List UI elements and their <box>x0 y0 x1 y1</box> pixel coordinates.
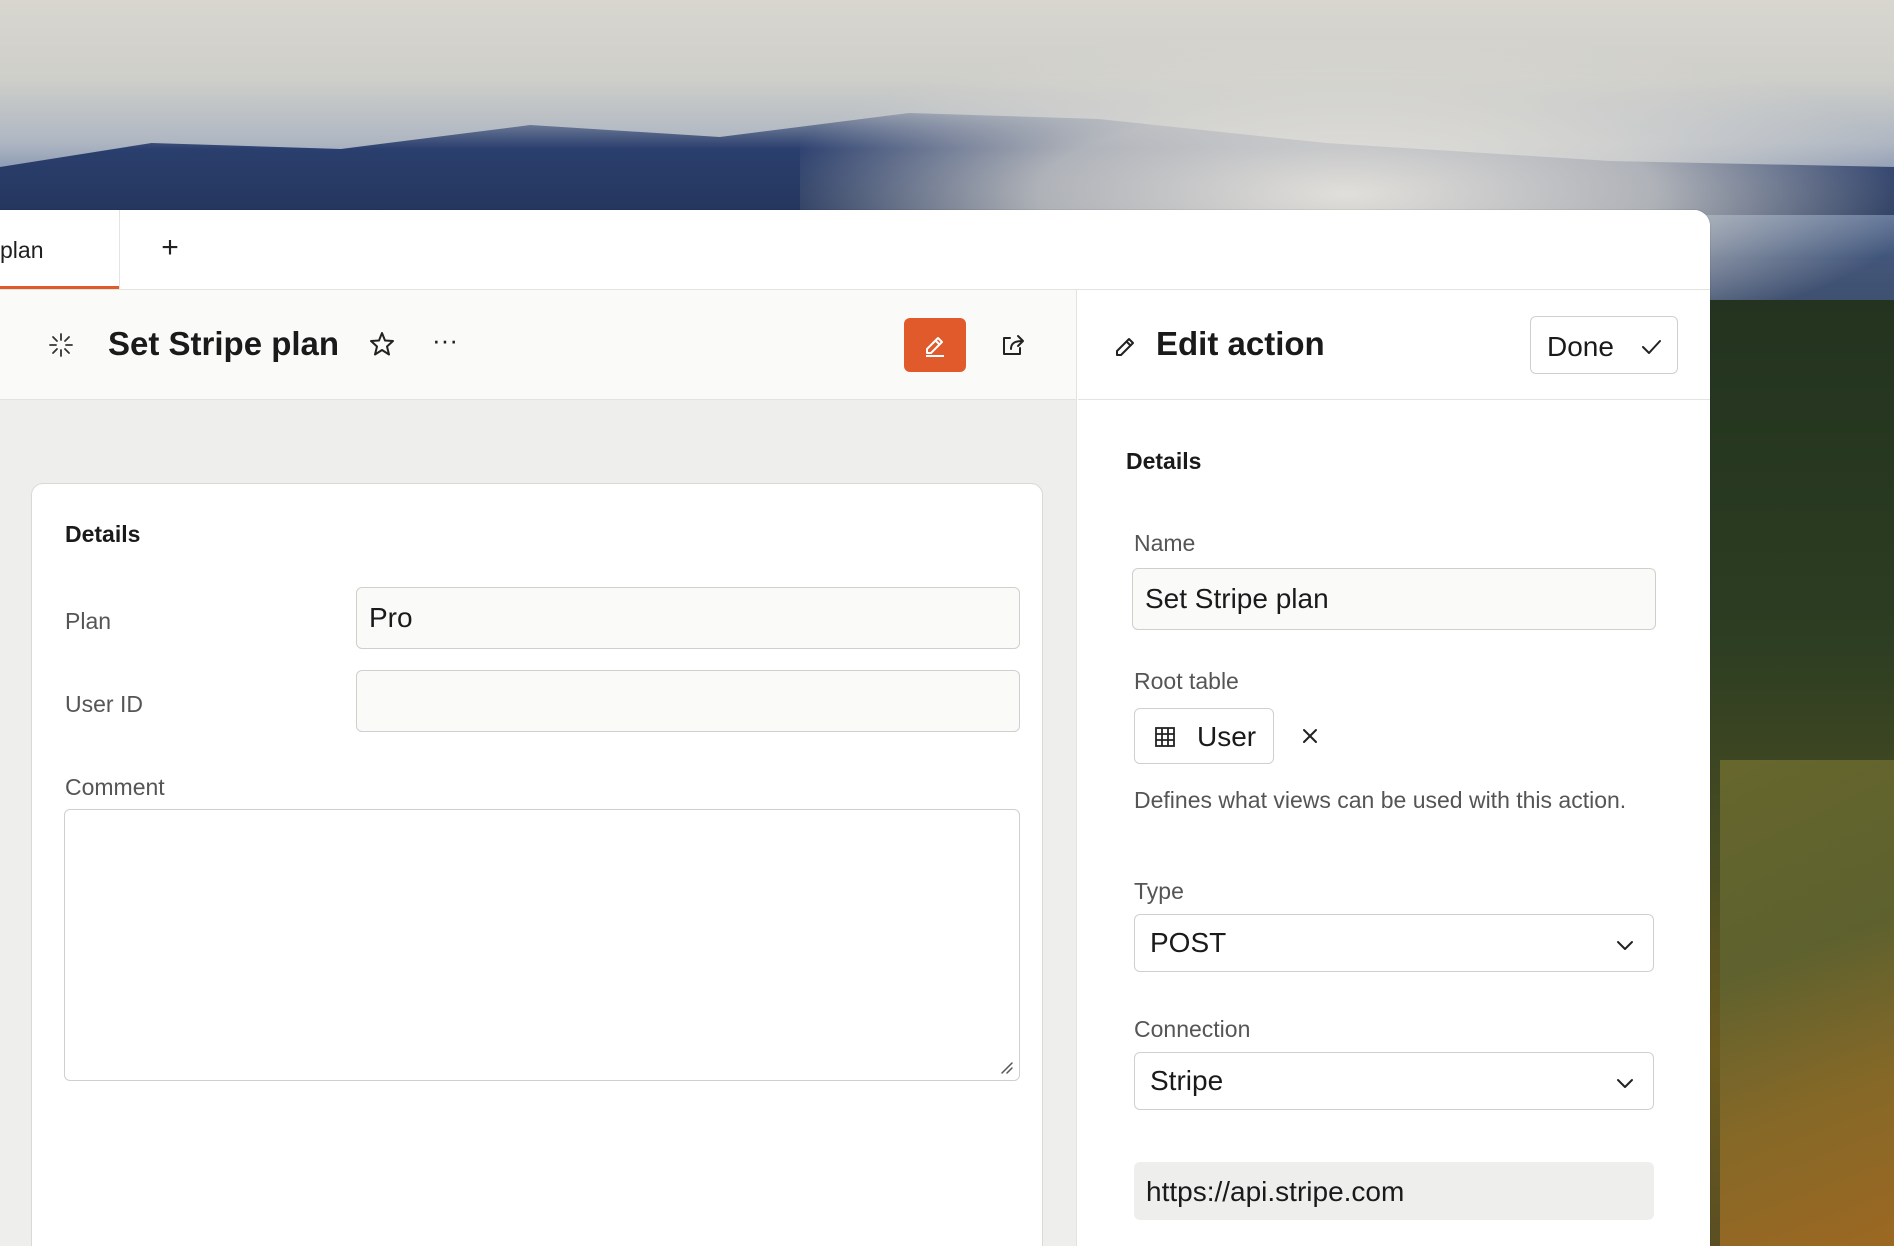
type-select-value: POST <box>1150 927 1227 958</box>
table-grid-icon <box>1155 727 1175 747</box>
comment-textarea[interactable] <box>64 809 1020 1081</box>
side-panel-body: Details Name Root table User Defines wha… <box>1078 400 1710 1246</box>
active-tab-indicator <box>0 286 119 289</box>
plan-input[interactable] <box>356 587 1020 649</box>
root-table-value: User <box>1197 721 1257 752</box>
type-label: Type <box>1134 878 1184 904</box>
done-label: Done <box>1547 331 1614 362</box>
resize-handle-icon[interactable] <box>998 1059 1014 1075</box>
side-panel-header: Edit action Done <box>1078 290 1710 400</box>
chevron-down-icon <box>1617 1079 1633 1088</box>
more-options-icon[interactable]: ··· <box>430 327 460 358</box>
pencil-icon <box>1116 338 1134 356</box>
close-icon[interactable] <box>1292 718 1328 754</box>
user-id-label: User ID <box>65 691 143 717</box>
share-icon[interactable] <box>998 330 1028 360</box>
done-button[interactable]: Done <box>1530 316 1678 374</box>
edit-action-button[interactable] <box>904 318 966 372</box>
app-window: plan + Set Stripe plan ··· Details Plan … <box>0 210 1710 1246</box>
root-table-chip[interactable]: User <box>1134 708 1274 764</box>
side-panel-title: Edit action <box>1156 325 1325 362</box>
name-input[interactable] <box>1132 568 1656 630</box>
base-url-value: https://api.stripe.com <box>1146 1176 1405 1207</box>
root-table-help-text: Defines what views can be used with this… <box>1134 787 1627 813</box>
tab-set-stripe-plan[interactable]: plan <box>0 210 120 289</box>
type-select[interactable]: POST <box>1134 914 1654 972</box>
root-table-label: Root table <box>1134 668 1239 694</box>
sparkle-icon <box>49 333 73 357</box>
page-header: Set Stripe plan ··· <box>0 290 1077 400</box>
page-title: Set Stripe plan <box>108 325 340 362</box>
name-label: Name <box>1134 530 1196 556</box>
tab-bar: plan + <box>0 210 1710 290</box>
connection-label: Connection <box>1134 1016 1251 1042</box>
user-id-input[interactable] <box>356 670 1020 732</box>
pencil-icon <box>926 337 944 357</box>
card-title: Details <box>65 521 141 547</box>
comment-label: Comment <box>65 774 165 800</box>
base-url-field: https://api.stripe.com <box>1134 1162 1654 1220</box>
tab-label: plan <box>0 237 44 263</box>
star-icon[interactable] <box>368 330 396 358</box>
connection-select[interactable]: Stripe <box>1134 1052 1654 1110</box>
check-icon <box>1642 340 1661 354</box>
main-content: Details Plan User ID Comment <box>0 400 1077 1246</box>
side-section-title: Details <box>1126 448 1202 474</box>
background-hillside <box>1720 760 1894 1246</box>
plan-label: Plan <box>65 608 112 634</box>
add-tab-button[interactable]: + <box>152 230 188 266</box>
details-card: Details Plan User ID Comment <box>31 483 1043 1246</box>
chevron-down-icon <box>1617 941 1633 950</box>
connection-select-value: Stripe <box>1150 1065 1224 1096</box>
